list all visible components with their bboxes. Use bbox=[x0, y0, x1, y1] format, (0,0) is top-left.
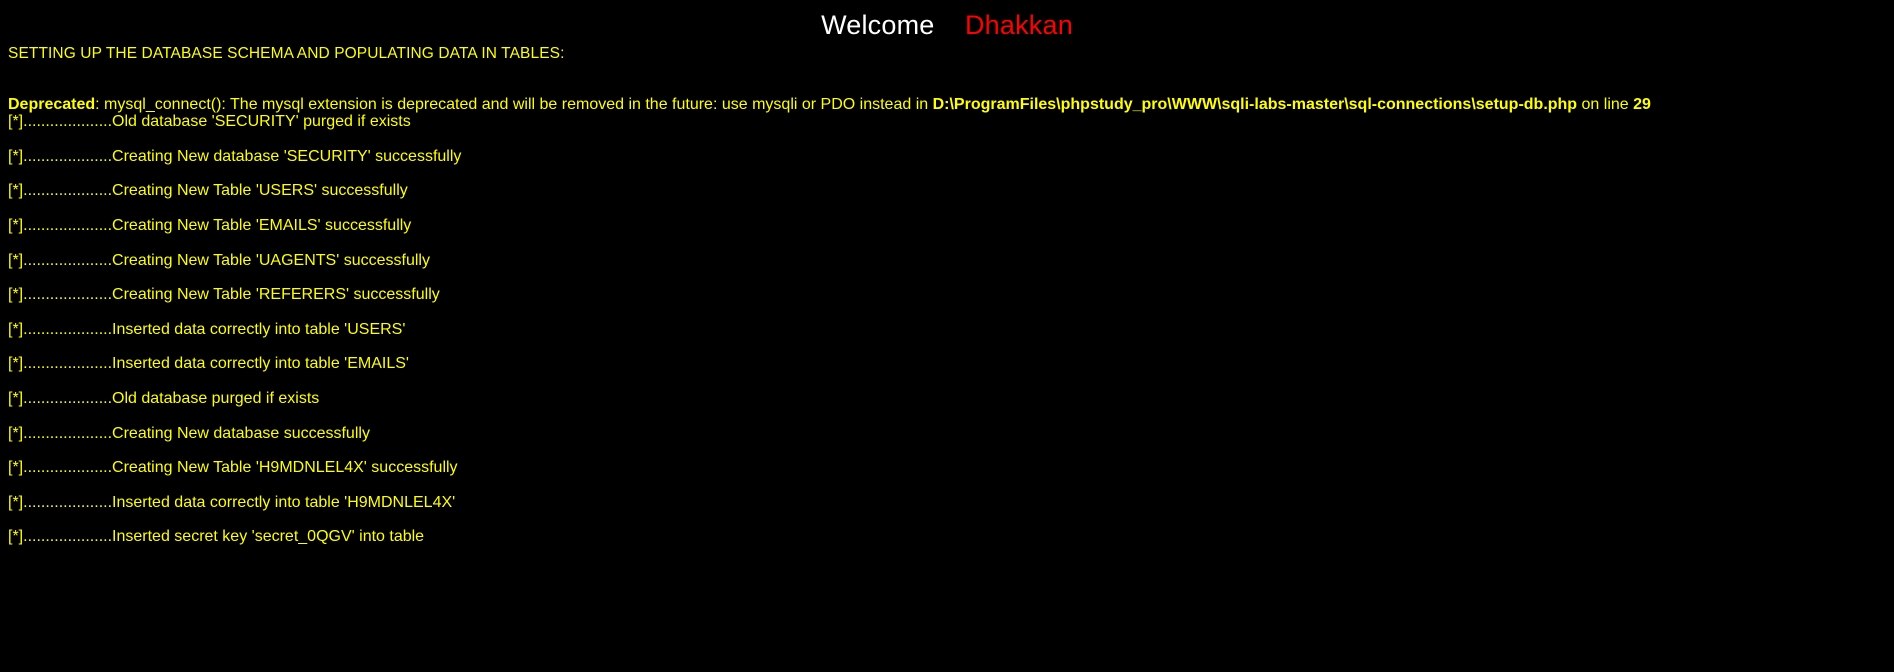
log-marker: [*] bbox=[8, 251, 24, 269]
log-message: Inserted data correctly into table 'USER… bbox=[112, 320, 406, 338]
log-message: Old database 'SECURITY' purged if exists bbox=[112, 113, 411, 131]
log-marker: [*] bbox=[8, 493, 24, 511]
log-marker: [*] bbox=[8, 286, 24, 304]
log-line: [*].................... Creating New Tabl… bbox=[8, 217, 1894, 252]
log-message: Creating New Table 'UAGENTS' successfull… bbox=[112, 251, 430, 269]
warning-file-path: D:\ProgramFiles\phpstudy_pro\WWW\sqli-la… bbox=[932, 96, 1578, 113]
log-dots: .................... bbox=[23, 493, 113, 511]
log-message: Inserted data correctly into table 'H9MD… bbox=[112, 493, 456, 511]
log-marker: [*] bbox=[8, 182, 24, 200]
log-line: [*].................... Creating New data… bbox=[8, 425, 1894, 460]
log-line: [*].................... Old database purg… bbox=[8, 390, 1894, 425]
log-message: Inserted secret key 'secret_0QGV' into t… bbox=[112, 528, 425, 546]
log-dots: .................... bbox=[23, 217, 113, 235]
log-message: Creating New Table 'H9MDNLEL4X' successf… bbox=[112, 459, 458, 477]
log-marker: [*] bbox=[8, 320, 24, 338]
warning-line-number: 29 bbox=[1633, 96, 1651, 113]
log-marker: [*] bbox=[8, 355, 24, 373]
log-message: Creating New Table 'USERS' successfully bbox=[112, 182, 408, 200]
log-dots: .................... bbox=[23, 459, 113, 477]
log-marker: [*] bbox=[8, 217, 24, 235]
log-line: [*].................... Inserted data cor… bbox=[8, 355, 1894, 390]
warning-line-prefix: on line bbox=[1577, 96, 1634, 113]
log-line: [*].................... Creating New Tabl… bbox=[8, 182, 1894, 217]
log-message: Creating New database successfully bbox=[112, 424, 370, 442]
log-line: [*].................... Old database 'SEC… bbox=[8, 113, 1894, 148]
log-dots: .................... bbox=[23, 113, 113, 131]
page-header: Welcome Dhakkan bbox=[0, 0, 1894, 40]
log-message: Inserted data correctly into table 'EMAI… bbox=[112, 355, 409, 373]
log-dots: .................... bbox=[23, 424, 113, 442]
log-marker: [*] bbox=[8, 528, 24, 546]
log-marker: [*] bbox=[8, 459, 24, 477]
log-line: [*].................... Inserted data cor… bbox=[8, 494, 1894, 529]
log-message: Creating New Table 'REFERERS' successful… bbox=[112, 286, 440, 304]
page-title: SETTING UP THE DATABASE SCHEMA AND POPUL… bbox=[8, 45, 565, 62]
log-line: [*].................... Creating New data… bbox=[8, 148, 1894, 183]
welcome-label: Welcome bbox=[821, 10, 935, 40]
log-message: Old database purged if exists bbox=[112, 390, 320, 408]
log-line: [*].................... Inserted secret k… bbox=[8, 528, 1894, 563]
log-dots: .................... bbox=[23, 528, 113, 546]
log-line: [*].................... Inserted data cor… bbox=[8, 321, 1894, 356]
log-line: [*].................... Creating New Tabl… bbox=[8, 252, 1894, 287]
log-marker: [*] bbox=[8, 390, 24, 408]
log-line: [*].................... Creating New Tabl… bbox=[8, 459, 1894, 494]
log-message: Creating New Table 'EMAILS' successfully bbox=[112, 217, 412, 235]
setup-log-list: [*].................... Old database 'SEC… bbox=[0, 113, 1894, 563]
log-message: Creating New database 'SECURITY' success… bbox=[112, 147, 462, 165]
log-line: [*].................... Creating New Tabl… bbox=[8, 286, 1894, 321]
log-marker: [*] bbox=[8, 147, 24, 165]
log-dots: .................... bbox=[23, 286, 113, 304]
log-dots: .................... bbox=[23, 355, 113, 373]
log-dots: .................... bbox=[23, 390, 113, 408]
log-dots: .................... bbox=[23, 182, 113, 200]
log-marker: [*] bbox=[8, 424, 24, 442]
warning-message: : mysql_connect(): The mysql extension i… bbox=[95, 96, 933, 113]
welcome-username: Dhakkan bbox=[964, 10, 1073, 40]
log-dots: .................... bbox=[23, 251, 113, 269]
log-marker: [*] bbox=[8, 113, 24, 131]
log-dots: .................... bbox=[23, 320, 113, 338]
warning-level-label: Deprecated bbox=[8, 96, 96, 113]
php-deprecated-warning: Deprecated: mysql_connect(): The mysql e… bbox=[8, 96, 1894, 113]
log-dots: .................... bbox=[23, 147, 113, 165]
